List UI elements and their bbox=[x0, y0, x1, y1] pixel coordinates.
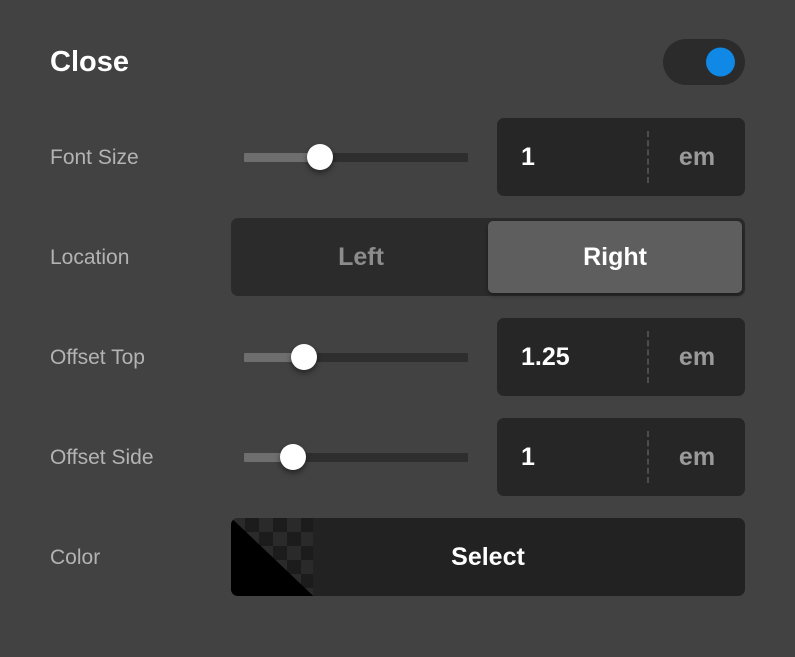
location-option-left[interactable]: Left bbox=[234, 221, 488, 293]
label-offset-side: Offset Side bbox=[50, 447, 232, 468]
offset-side-value[interactable]: 1 bbox=[497, 445, 647, 470]
slider-handle[interactable] bbox=[291, 344, 317, 370]
close-settings-panel: Close Font Size 1 em Location Left Ri bbox=[0, 0, 795, 657]
row-offset-side: Offset Side 1 em bbox=[50, 422, 745, 492]
label-color: Color bbox=[50, 547, 232, 568]
location-control: Left Right bbox=[232, 222, 745, 292]
offset-top-control: 1.25 em bbox=[232, 322, 745, 392]
offset-side-value-box[interactable]: 1 em bbox=[497, 418, 745, 496]
color-select-button[interactable]: Select bbox=[231, 518, 745, 596]
offset-top-slider[interactable] bbox=[244, 339, 468, 375]
slider-handle[interactable] bbox=[280, 444, 306, 470]
label-offset-top: Offset Top bbox=[50, 347, 232, 368]
offset-top-value[interactable]: 1.25 bbox=[497, 345, 647, 370]
page-title: Close bbox=[50, 48, 129, 77]
label-font-size: Font Size bbox=[50, 147, 232, 168]
row-font-size: Font Size 1 em bbox=[50, 122, 745, 192]
row-location: Location Left Right bbox=[50, 222, 745, 292]
font-size-value[interactable]: 1 bbox=[497, 145, 647, 170]
row-offset-top: Offset Top 1.25 em bbox=[50, 322, 745, 392]
offset-top-unit: em bbox=[649, 345, 745, 370]
color-control: Select bbox=[232, 522, 745, 592]
offset-side-control: 1 em bbox=[232, 422, 745, 492]
font-size-unit: em bbox=[649, 145, 745, 170]
color-swatch-solid-icon bbox=[231, 518, 313, 596]
row-color: Color Select bbox=[50, 522, 745, 592]
font-size-value-box[interactable]: 1 em bbox=[497, 118, 745, 196]
location-segmented-control: Left Right bbox=[231, 218, 745, 296]
slider-handle[interactable] bbox=[307, 144, 333, 170]
label-location: Location bbox=[50, 247, 232, 268]
offset-side-unit: em bbox=[649, 445, 745, 470]
panel-header: Close bbox=[50, 32, 745, 92]
location-option-right[interactable]: Right bbox=[488, 221, 742, 293]
toggle-knob-icon bbox=[706, 48, 735, 77]
color-select-label: Select bbox=[451, 545, 525, 570]
close-enabled-toggle[interactable] bbox=[663, 39, 745, 85]
offset-top-value-box[interactable]: 1.25 em bbox=[497, 318, 745, 396]
font-size-control: 1 em bbox=[232, 122, 745, 192]
font-size-slider[interactable] bbox=[244, 139, 468, 175]
offset-side-slider[interactable] bbox=[244, 439, 468, 475]
